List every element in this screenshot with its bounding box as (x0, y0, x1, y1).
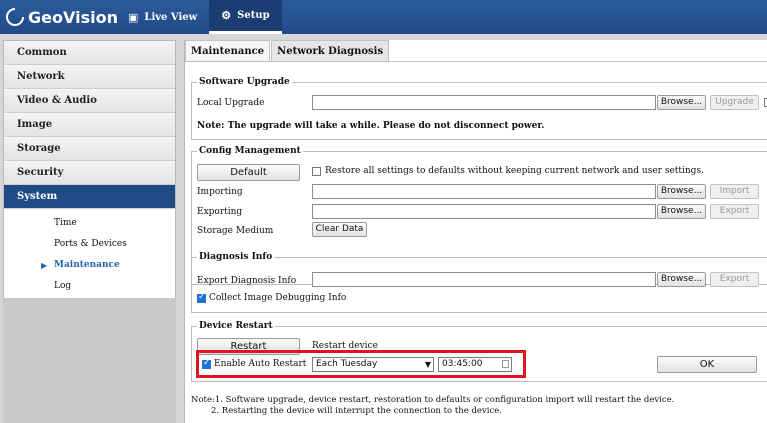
tab-maintenance[interactable]: Maintenance (185, 40, 271, 62)
logo-icon (6, 8, 24, 26)
collect-debug-checkbox[interactable] (197, 292, 206, 303)
submenu-log[interactable]: Log (4, 276, 175, 297)
sidebar-background (3, 298, 176, 423)
nav-setup[interactable]: ⚙ Setup (209, 0, 282, 34)
storage-medium-label: Storage Medium (197, 226, 274, 236)
import-button[interactable]: Import (710, 184, 759, 199)
importing-file-input[interactable] (312, 184, 656, 199)
brand-name: GeoVision (28, 7, 118, 27)
top-bar: GeoVision ▣ Live View ⚙ Setup (0, 0, 767, 34)
upgrade-browse-button[interactable]: Browse... (657, 95, 706, 110)
export-browse-button[interactable]: Browse... (657, 204, 706, 219)
note-line-2: 2. Restarting the device will interrupt … (211, 406, 502, 416)
export-diagnosis-label: Export Diagnosis Info (197, 276, 297, 286)
submenu-log-label: Log (54, 281, 72, 291)
submenu-ports-label: Ports & Devices (54, 239, 127, 249)
local-upgrade-label: Local Upgrade (197, 98, 265, 108)
arrow-right-icon: ▶ (41, 260, 48, 270)
sidebar-item-security[interactable]: Security (4, 161, 175, 185)
top-nav: ▣ Live View ⚙ Setup (116, 0, 282, 34)
upgrade-note: Note: The upgrade will take a while. Ple… (197, 121, 545, 131)
submenu-maintenance[interactable]: ▶ Maintenance (4, 255, 175, 276)
restore-defaults-checkbox[interactable] (312, 167, 321, 176)
tab-divider (185, 61, 767, 62)
import-browse-button[interactable]: Browse... (657, 184, 706, 199)
monitor-icon: ▣ (128, 10, 139, 24)
sidebar-item-image[interactable]: Image (4, 113, 175, 137)
clear-data-button[interactable]: Clear Data (312, 222, 367, 237)
upgrade-button[interactable]: Upgrade (710, 95, 759, 110)
nav-setup-label: Setup (237, 10, 270, 21)
exporting-label: Exporting (197, 207, 243, 217)
diagnosis-browse-button[interactable]: Browse... (657, 272, 706, 287)
software-upgrade-legend: Software Upgrade (197, 77, 292, 87)
default-button[interactable]: Default (197, 164, 300, 181)
tab-bar: Maintenance Network Diagnosis (185, 40, 390, 62)
sidebar-item-common[interactable]: Common (4, 41, 175, 65)
diagnosis-export-button[interactable]: Export (710, 272, 759, 287)
geovision-logo: GeoVision (6, 6, 118, 28)
exporting-file-input[interactable] (312, 204, 656, 219)
sidebar-item-storage[interactable]: Storage (4, 137, 175, 161)
nav-live-view[interactable]: ▣ Live View (116, 0, 209, 34)
submenu-time[interactable]: Time (4, 213, 175, 234)
sidebar-item-network[interactable]: Network (4, 65, 175, 89)
software-upgrade-group: Software Upgrade (191, 77, 767, 140)
auto-restart-highlight-box (196, 350, 526, 378)
submenu-time-label: Time (54, 218, 77, 228)
local-upgrade-file-input[interactable] (312, 95, 656, 110)
gear-icon: ⚙ (221, 9, 232, 22)
diagnosis-file-input[interactable] (312, 272, 656, 287)
tab-network-diagnosis[interactable]: Network Diagnosis (271, 40, 390, 62)
submenu-ports-devices[interactable]: Ports & Devices (4, 234, 175, 255)
ok-button[interactable]: OK (657, 356, 757, 373)
sidebar-item-system[interactable]: System (4, 185, 175, 209)
sidebar: Common Network Video & Audio Image Stora… (3, 40, 176, 323)
collect-debug-label: Collect Image Debugging Info (209, 293, 347, 303)
export-config-button[interactable]: Export (710, 204, 759, 219)
device-restart-legend: Device Restart (197, 321, 275, 331)
diagnosis-info-legend: Diagnosis Info (197, 252, 275, 262)
restore-defaults-label: Restore all settings to defaults without… (325, 166, 704, 176)
config-management-legend: Config Management (197, 146, 303, 156)
nav-live-view-label: Live View (144, 11, 198, 23)
submenu-maintenance-label: Maintenance (54, 260, 120, 270)
importing-label: Importing (197, 187, 243, 197)
note-line-1: Note:1. Software upgrade, device restart… (191, 395, 675, 405)
sidebar-item-video-audio[interactable]: Video & Audio (4, 89, 175, 113)
